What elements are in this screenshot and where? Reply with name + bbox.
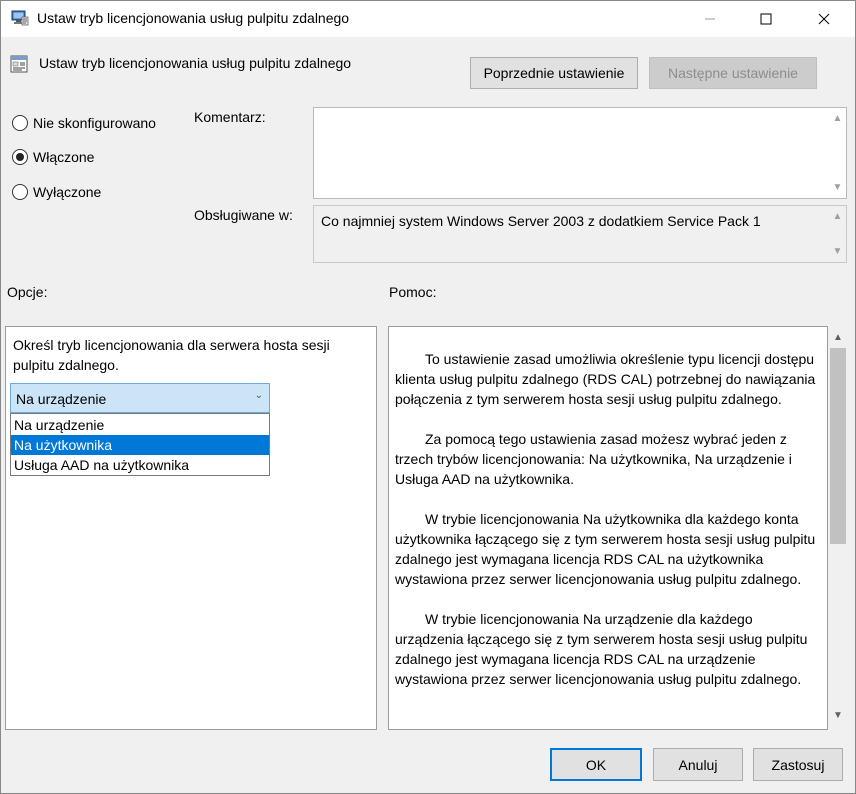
policy-title: Ustaw tryb licencjonowania usług pulpitu… xyxy=(39,55,352,71)
help-paragraph: To ustawienie zasad umożliwia określenie… xyxy=(395,351,816,407)
scroll-up-icon[interactable]: ▲ xyxy=(829,110,846,127)
radio-not-configured[interactable]: Nie skonfigurowano xyxy=(12,115,156,131)
scroll-down-icon[interactable]: ▼ xyxy=(829,243,846,260)
radio-disabled[interactable]: Wyłączone xyxy=(12,184,101,200)
close-icon xyxy=(818,13,830,25)
supported-field: Co najmniej system Windows Server 2003 z… xyxy=(313,205,847,263)
options-description: Określ tryb licencjonowania dla serwera … xyxy=(13,337,330,373)
dropdown-item-aad-per-user[interactable]: Usługa AAD na użytkownika xyxy=(11,455,269,475)
scroll-up-icon[interactable]: ▲ xyxy=(829,208,846,225)
supported-label: Obsługiwane w: xyxy=(194,207,293,223)
window-title: Ustaw tryb licencjonowania usług pulpitu… xyxy=(37,10,350,26)
cancel-button[interactable]: Anuluj xyxy=(653,748,743,781)
apply-button[interactable]: Zastosuj xyxy=(753,748,843,781)
radio-circle[interactable] xyxy=(12,115,28,131)
policy-dialog: Ustaw tryb licencjonowania usług pulpitu… xyxy=(0,0,856,794)
next-setting-button[interactable]: Następne ustawienie xyxy=(649,57,817,89)
dropdown-item-per-device[interactable]: Na urządzenie xyxy=(11,415,269,435)
minimize-icon xyxy=(705,18,715,20)
licensing-mode-dropdown: Na urządzenie Na użytkownika Usługa AAD … xyxy=(10,413,270,476)
radio-circle[interactable] xyxy=(12,184,28,200)
supported-value: Co najmniej system Windows Server 2003 z… xyxy=(321,213,761,229)
minimize-button[interactable] xyxy=(687,1,733,37)
maximize-icon xyxy=(760,13,772,25)
licensing-mode-combobox[interactable]: Na urządzenie ⌄ xyxy=(10,383,270,413)
title-bar[interactable]: Ustaw tryb licencjonowania usług pulpitu… xyxy=(1,1,855,37)
comment-label: Komentarz: xyxy=(194,109,266,125)
radio-label: Wyłączone xyxy=(33,184,102,200)
maximize-button[interactable] xyxy=(743,1,789,37)
help-heading: Pomoc: xyxy=(389,284,437,300)
radio-selected-dot xyxy=(16,153,24,161)
combobox-value: Na urządzenie xyxy=(16,391,107,407)
help-paragraph: W trybie licencjonowania Na urządzenie d… xyxy=(395,611,808,687)
radio-label: Włączone xyxy=(33,149,95,165)
close-button[interactable] xyxy=(801,1,847,37)
options-heading: Opcje: xyxy=(7,284,48,300)
scroll-up-icon[interactable]: ▲ xyxy=(828,328,848,346)
scroll-down-icon[interactable]: ▼ xyxy=(828,706,848,724)
radio-circle[interactable] xyxy=(12,149,28,165)
radio-label: Nie skonfigurowano xyxy=(33,115,156,131)
comment-scrollbar[interactable]: ▲ ▼ xyxy=(829,108,846,198)
scrollbar-thumb[interactable] xyxy=(830,348,846,544)
help-paragraph: W trybie licencjonowania Na użytkownika … xyxy=(395,511,816,587)
policy-setting-icon xyxy=(10,55,28,73)
help-scrollbar[interactable]: ▲ ▼ xyxy=(828,326,848,726)
supported-scrollbar[interactable]: ▲ ▼ xyxy=(829,206,846,262)
scroll-down-icon[interactable]: ▼ xyxy=(829,179,846,196)
computer-policy-icon xyxy=(11,10,29,26)
previous-setting-button[interactable]: Poprzednie ustawienie xyxy=(470,57,638,89)
ok-button[interactable]: OK xyxy=(550,748,642,781)
radio-enabled[interactable]: Włączone xyxy=(12,149,94,165)
help-text: To ustawienie zasad umożliwia określenie… xyxy=(395,349,821,709)
help-paragraph: Za pomocą tego ustawienia zasad możesz w… xyxy=(395,431,792,487)
chevron-down-icon[interactable]: ⌄ xyxy=(255,390,263,401)
comment-textarea[interactable]: ▲ ▼ xyxy=(313,107,847,199)
dropdown-item-per-user[interactable]: Na użytkownika xyxy=(11,435,269,455)
